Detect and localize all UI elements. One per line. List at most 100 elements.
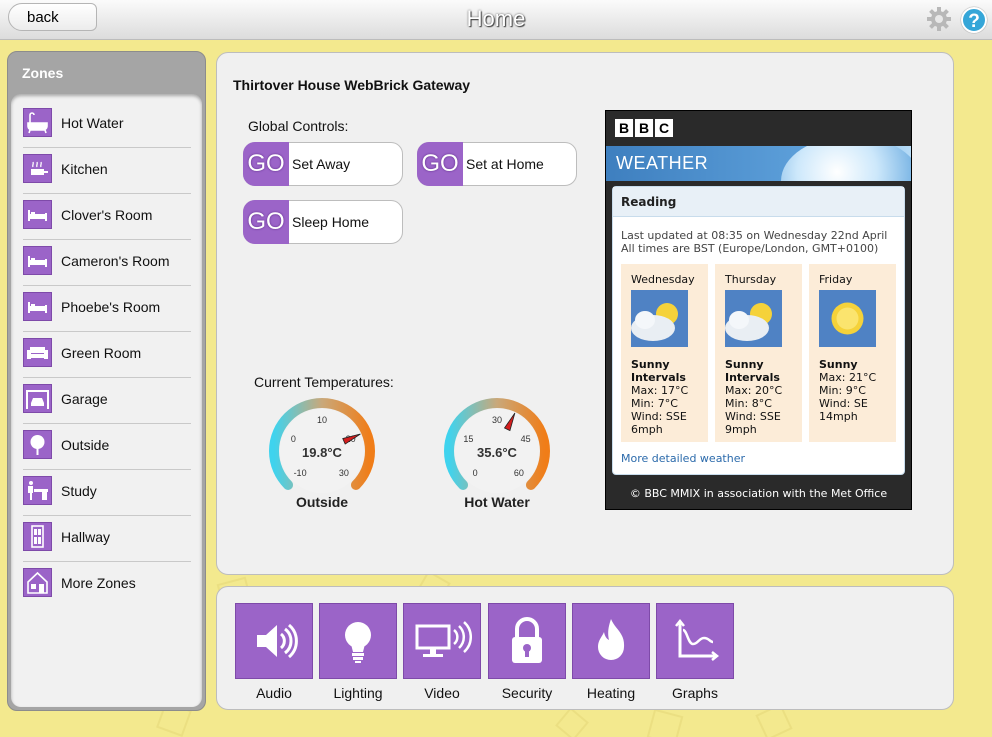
gauge-tick-label: 30 (339, 468, 349, 478)
padlock-icon (488, 603, 566, 679)
help-icon[interactable]: ? (961, 7, 987, 33)
zone-clovers-room[interactable]: Clover's Room (23, 194, 191, 240)
sunny-icon (819, 290, 876, 347)
zone-phoebes-room[interactable]: Phoebe's Room (23, 286, 191, 332)
door-icon (23, 522, 52, 551)
forecast-day: Wednesday Sunny Intervals Max: 17°C Min:… (621, 264, 708, 442)
app-label: Audio (256, 685, 292, 701)
zone-label: Hallway (61, 529, 111, 545)
day-summary: Sunny Intervals (631, 358, 686, 384)
weather-footer: © BBC MMIX in association with the Met O… (629, 487, 888, 500)
video-button[interactable]: Video (403, 603, 481, 701)
current-temperatures-label: Current Temperatures: (254, 374, 394, 390)
gauge-tick-label: 10 (317, 415, 327, 425)
day-name: Wednesday (631, 273, 695, 286)
zone-camerons-room[interactable]: Cameron's Room (23, 240, 191, 286)
timezone-text: All times are BST (Europe/London, GMT+01… (621, 242, 879, 255)
sofa-icon (23, 338, 52, 367)
desk-icon (23, 476, 52, 505)
bbc-logo-letter: C (655, 119, 673, 137)
gauge-reading: 35.6°C (477, 445, 518, 460)
page-title: Home (466, 6, 526, 31)
set-away-button[interactable]: GO Set Away (243, 142, 403, 186)
set-at-home-button[interactable]: GO Set at Home (417, 142, 577, 186)
security-button[interactable]: Security (488, 603, 566, 701)
gauge-tick-label: 60 (514, 468, 524, 478)
bed-icon (23, 246, 52, 275)
bbc-logo: B B C (615, 119, 673, 137)
bath-icon (23, 108, 52, 137)
bulb-icon (319, 603, 397, 679)
day-max: Max: 17°C (631, 384, 689, 397)
forecast-city: Reading (613, 187, 904, 217)
control-label: Set Away (292, 156, 351, 172)
gauge-tick-label: 15 (463, 434, 473, 444)
bbc-weather-widget: B B C WEATHER Reading Last updated at 08… (605, 110, 912, 510)
zone-label: Hot Water (61, 115, 124, 131)
day-min: Min: 9°C (819, 384, 866, 397)
day-name: Friday (819, 273, 853, 286)
main-panel: Thirtover House WebBrick Gateway Global … (216, 52, 954, 575)
day-min: Min: 8°C (725, 397, 772, 410)
gauge-tick-label: 0 (473, 468, 478, 478)
zone-label: Study (61, 483, 97, 499)
day-wind: Wind: SE 14mph (819, 397, 868, 423)
zone-label: Garage (61, 391, 108, 407)
zone-green-room[interactable]: Green Room (23, 332, 191, 378)
forecast-day: Friday Sunny Max: 21°C Min: 9°C Wind: SE… (809, 264, 896, 442)
day-wind: Wind: SSE 9mph (725, 410, 781, 436)
zones-title: Zones (22, 65, 64, 81)
zones-list: Hot Water Kitchen Clover's Room Cameron'… (11, 94, 202, 707)
zones-panel: Zones Hot Water Kitchen Clover's Room Ca… (7, 51, 206, 711)
forecast-box: Reading Last updated at 08:35 on Wednesd… (612, 186, 905, 475)
zone-label: Phoebe's Room (61, 299, 161, 315)
apps-panel: Audio Lighting Video Security Heating Gr… (216, 586, 954, 710)
go-badge: GO (243, 200, 289, 244)
app-label: Lighting (333, 685, 383, 701)
heating-button[interactable]: Heating (572, 603, 650, 701)
zone-garage[interactable]: Garage (23, 378, 191, 424)
more-weather-link[interactable]: More detailed weather (621, 452, 745, 465)
zone-kitchen[interactable]: Kitchen (23, 148, 191, 194)
weather-band-label: WEATHER (616, 153, 709, 173)
zone-hallway[interactable]: Hallway (23, 516, 191, 562)
zone-outside[interactable]: Outside (23, 424, 191, 470)
zone-hot-water[interactable]: Hot Water (23, 102, 191, 148)
sunny-intervals-icon (725, 290, 782, 347)
graphs-button[interactable]: Graphs (656, 603, 734, 701)
bbc-logo-letter: B (615, 119, 633, 137)
audio-button[interactable]: Audio (235, 603, 313, 701)
bbc-logo-letter: B (635, 119, 653, 137)
forecast-updated: Last updated at 08:35 on Wednesday 22nd … (621, 229, 887, 255)
car-icon (23, 384, 52, 413)
zone-more-zones[interactable]: More Zones (23, 562, 191, 608)
gauge-tick-label: 30 (492, 415, 502, 425)
gear-icon[interactable] (926, 6, 952, 32)
zone-study[interactable]: Study (23, 470, 191, 516)
app-label: Heating (586, 685, 636, 701)
gauge-tick-label: 0 (291, 434, 296, 444)
control-label: Sleep Home (292, 214, 370, 230)
sleep-home-button[interactable]: GO Sleep Home (243, 200, 403, 244)
speaker-icon (235, 603, 313, 679)
app-label: Video (424, 685, 460, 701)
global-controls-label: Global Controls: (248, 118, 349, 134)
go-badge: GO (243, 142, 289, 186)
zone-label: Clover's Room (61, 207, 153, 223)
top-bar: back Home ? (0, 0, 992, 40)
lighting-button[interactable]: Lighting (319, 603, 397, 701)
tree-icon (23, 430, 52, 459)
control-label: Set at Home (466, 156, 544, 172)
gauge-label: Hot Water (464, 494, 530, 510)
go-badge: GO (417, 142, 463, 186)
zone-label: Green Room (61, 345, 142, 361)
weather-bubble-graphic (781, 146, 911, 181)
day-wind: Wind: SSE 6mph (631, 410, 687, 436)
weather-band: WEATHER (606, 146, 911, 181)
day-max: Max: 20°C (725, 384, 783, 397)
gauge-tick-label: -10 (294, 468, 307, 478)
house-icon (23, 568, 52, 597)
sunny-intervals-icon (631, 290, 688, 347)
zone-label: Cameron's Room (61, 253, 170, 269)
day-summary: Sunny Intervals (725, 358, 780, 384)
